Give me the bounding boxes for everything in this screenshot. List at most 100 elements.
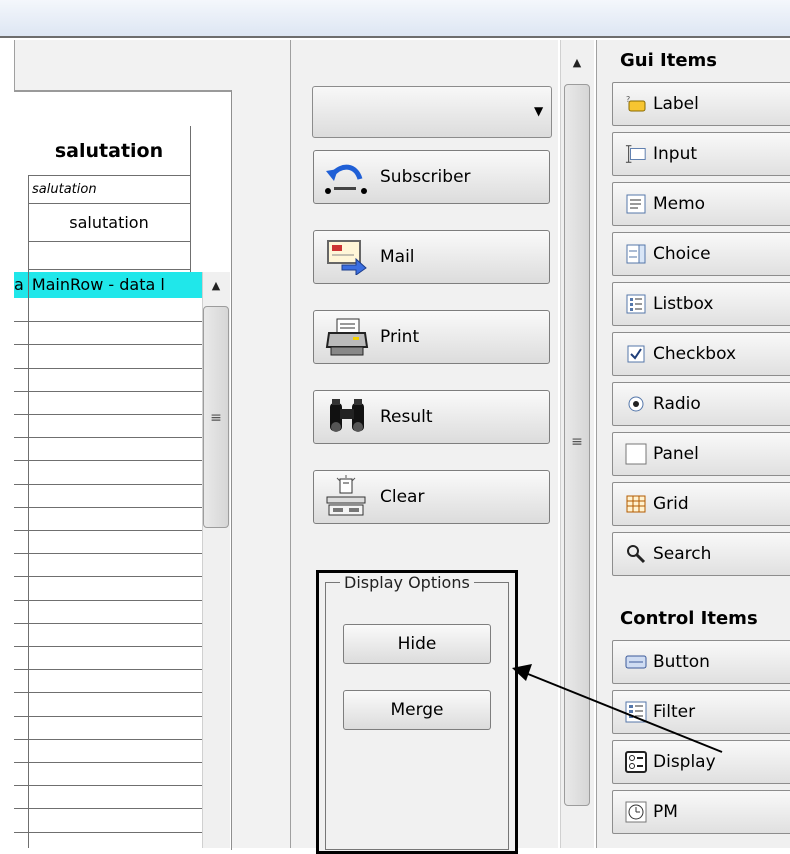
listbox-icon	[625, 293, 647, 315]
table-row[interactable]	[14, 600, 202, 601]
palette-item-choice-text: Choice	[653, 244, 711, 264]
label-icon: ?	[625, 93, 647, 115]
palette-item-memo-text: Memo	[653, 194, 706, 214]
palette-item-filter-text: Filter	[653, 702, 696, 722]
palette-item-grid[interactable]: Grid	[612, 482, 790, 526]
column-header-salutation[interactable]: salutation	[28, 126, 190, 176]
row-cell-data: MainRow - data l	[31, 275, 165, 294]
scroll-up-arrow-icon[interactable]: ▲	[567, 56, 587, 70]
table-row[interactable]	[14, 414, 202, 415]
clock-icon	[625, 801, 647, 823]
clear-icon	[320, 475, 374, 519]
choice-icon	[625, 243, 647, 265]
table-row[interactable]	[14, 484, 202, 485]
window-titlebar	[0, 0, 790, 38]
filter-icon	[625, 701, 647, 723]
palette-item-checkbox[interactable]: Checkbox	[612, 332, 790, 376]
palette-item-grid-text: Grid	[653, 494, 689, 514]
table-row[interactable]	[14, 669, 202, 670]
palette-item-memo[interactable]: Memo	[612, 182, 790, 226]
palette-item-button[interactable]: Button	[612, 640, 790, 684]
table-row[interactable]	[14, 692, 202, 693]
clear-button-label: Clear	[380, 487, 425, 507]
hide-button[interactable]: Hide	[343, 624, 491, 664]
action-selector-dropdown[interactable]	[312, 86, 552, 138]
grid-icon	[625, 493, 647, 515]
column-field-name: salutation	[28, 176, 190, 204]
table-row[interactable]	[14, 623, 202, 624]
subscriber-button[interactable]: Subscriber	[313, 150, 550, 204]
memo-icon	[625, 193, 647, 215]
palette-item-listbox[interactable]: Listbox	[612, 282, 790, 326]
palette-item-filter[interactable]: Filter	[612, 690, 790, 734]
table-row[interactable]	[14, 785, 202, 786]
column-caption: salutation	[28, 204, 190, 242]
table-row[interactable]	[14, 368, 202, 369]
table-row[interactable]	[14, 832, 202, 833]
table-row[interactable]	[14, 762, 202, 763]
control-items-heading: Control Items	[620, 608, 758, 629]
print-button-label: Print	[380, 327, 420, 347]
subscriber-button-label: Subscriber	[380, 167, 471, 187]
table-row[interactable]	[14, 646, 202, 647]
left-panel-gutter	[270, 40, 290, 848]
palette-item-pm[interactable]: PM	[612, 790, 790, 834]
search-icon	[625, 543, 647, 565]
palette-item-display-text: Display	[653, 752, 716, 772]
palette-item-display[interactable]: Display	[612, 740, 790, 784]
palette-item-pm-text: PM	[653, 802, 678, 822]
palette-item-label-text: Label	[653, 94, 699, 114]
result-button-label: Result	[380, 407, 433, 427]
table-row[interactable]	[14, 739, 202, 740]
table-row[interactable]	[14, 321, 202, 322]
checkbox-icon	[625, 343, 647, 365]
display-icon	[625, 751, 647, 773]
chevron-down-icon[interactable]: ▼	[534, 104, 546, 118]
table-row[interactable]	[14, 808, 202, 809]
column-blank-row	[28, 242, 190, 270]
table-row[interactable]	[14, 391, 202, 392]
palette-item-label[interactable]: ? Label	[612, 82, 790, 126]
grip-icon: ≡	[571, 434, 583, 450]
table-row[interactable]	[14, 460, 202, 461]
palette-item-button-text: Button	[653, 652, 710, 672]
row-cell-prefix: a	[14, 275, 24, 294]
display-options-title: Display Options	[340, 573, 474, 592]
selected-table-row[interactable]: a MainRow - data l	[14, 272, 202, 298]
palette-item-checkbox-text: Checkbox	[653, 344, 737, 364]
print-button[interactable]: Print	[313, 310, 550, 364]
palette-item-search[interactable]: Search	[612, 532, 790, 576]
table-row[interactable]	[14, 576, 202, 577]
scroll-up-arrow-icon[interactable]: ▲	[206, 279, 226, 293]
clear-button[interactable]: Clear	[313, 470, 550, 524]
palette-item-choice[interactable]: Choice	[612, 232, 790, 276]
palette-item-search-text: Search	[653, 544, 712, 564]
grid-column-divider-right	[190, 126, 191, 276]
palette-item-radio[interactable]: Radio	[612, 382, 790, 426]
grip-icon: ≡	[210, 410, 222, 426]
palette-item-listbox-text: Listbox	[653, 294, 714, 314]
button-icon	[625, 651, 647, 673]
table-row[interactable]	[14, 530, 202, 531]
palette-item-radio-text: Radio	[653, 394, 701, 414]
table-row[interactable]	[14, 553, 202, 554]
subscriber-icon	[320, 155, 374, 199]
mail-button[interactable]: Mail	[313, 230, 550, 284]
table-row[interactable]	[14, 437, 202, 438]
binoculars-icon	[320, 395, 374, 439]
input-icon	[625, 143, 647, 165]
gui-items-heading: Gui Items	[620, 50, 718, 71]
merge-button[interactable]: Merge	[343, 690, 491, 730]
palette-item-input[interactable]: Input	[612, 132, 790, 176]
palette-item-input-text: Input	[653, 144, 698, 164]
svg-text:?: ?	[626, 95, 630, 104]
panel-icon	[625, 443, 647, 465]
table-row[interactable]	[14, 344, 202, 345]
mail-icon	[320, 235, 374, 279]
mail-button-label: Mail	[380, 247, 415, 267]
printer-icon	[320, 315, 374, 359]
palette-item-panel[interactable]: Panel	[612, 432, 790, 476]
table-row[interactable]	[14, 716, 202, 717]
result-button[interactable]: Result	[313, 390, 550, 444]
table-row[interactable]	[14, 507, 202, 508]
